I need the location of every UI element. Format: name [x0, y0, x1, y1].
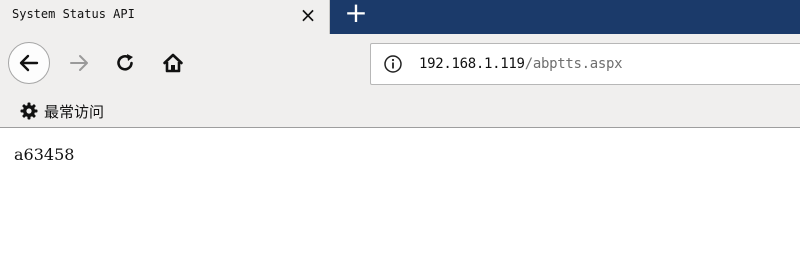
- home-button[interactable]: [160, 50, 186, 76]
- info-icon[interactable]: [383, 54, 403, 74]
- bookmark-most-visited[interactable]: 最常访问: [20, 100, 104, 122]
- home-icon: [163, 53, 183, 73]
- url-host: 192.168.1.119: [419, 56, 525, 72]
- bookmarks-bar: 最常访问: [0, 94, 800, 128]
- navigation-toolbar: 192.168.1.119/abptts.aspx: [0, 34, 800, 94]
- bookmark-label: 最常访问: [44, 102, 105, 121]
- gear-icon: [20, 102, 38, 120]
- plus-icon[interactable]: +: [342, 0, 370, 27]
- reload-icon: [117, 54, 133, 71]
- back-button[interactable]: [8, 42, 50, 84]
- url-path: /abptts.aspx: [524, 56, 623, 72]
- page-content: a63458: [0, 128, 800, 273]
- close-icon[interactable]: ×: [297, 4, 319, 26]
- tab-title: System Status API: [12, 7, 135, 21]
- back-arrow-icon: [19, 54, 39, 72]
- tab-strip: System Status API × +: [0, 0, 800, 34]
- tab-active[interactable]: System Status API ×: [0, 0, 330, 34]
- forward-button[interactable]: [66, 50, 92, 76]
- address-bar[interactable]: 192.168.1.119/abptts.aspx: [370, 43, 800, 85]
- response-text: a63458: [14, 145, 75, 164]
- url-text[interactable]: 192.168.1.119/abptts.aspx: [419, 56, 623, 72]
- forward-arrow-icon: [70, 55, 88, 71]
- reload-button[interactable]: [112, 50, 138, 76]
